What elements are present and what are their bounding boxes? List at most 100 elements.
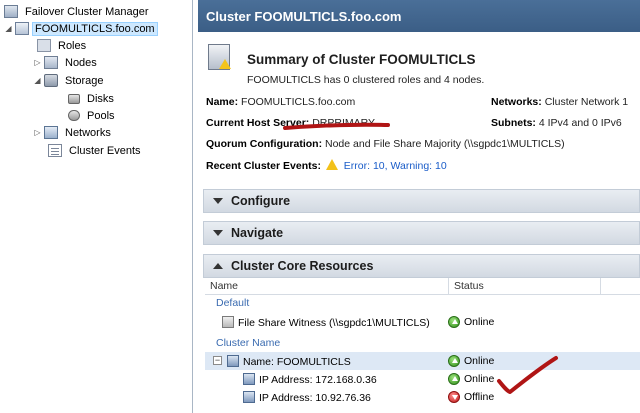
row-name-text: Name: FOOMULTICLS — [243, 356, 351, 368]
column-divider[interactable] — [600, 278, 601, 295]
collapse-arrow-icon[interactable]: ◢ — [4, 24, 13, 33]
tree-root[interactable]: Failover Cluster Manager — [4, 3, 153, 20]
failover-cluster-manager-icon — [4, 5, 18, 18]
collapse-caret-icon — [213, 230, 223, 236]
recent-events-link[interactable]: Error: 10, Warning: 10 — [344, 160, 447, 172]
collapse-arrow-icon[interactable]: ◢ — [33, 76, 42, 85]
tree-item-networks-label: Networks — [65, 126, 111, 139]
networks-icon — [44, 126, 58, 139]
group-label-default: Default — [216, 297, 250, 309]
expand-caret-icon — [213, 263, 223, 269]
name-field: Name: FOOMULTICLS.foo.com — [206, 96, 355, 108]
roles-icon — [37, 39, 51, 52]
table-row[interactable]: IP Address: 172.168.0.36 Online — [205, 370, 640, 388]
tree-item-nodes-label: Nodes — [65, 56, 97, 69]
column-divider[interactable] — [448, 278, 449, 295]
warning-icon — [325, 159, 338, 170]
expand-arrow-icon[interactable]: ▷ — [33, 58, 42, 67]
section-configure-label: Configure — [231, 194, 291, 208]
ip-address-icon — [243, 391, 255, 403]
row-name-text: IP Address: 172.168.0.36 — [259, 374, 377, 386]
row-status-text: Online — [464, 373, 495, 385]
summary-subtitle: FOOMULTICLS has 0 clustered roles and 4 … — [247, 74, 485, 86]
network-name-icon — [227, 355, 239, 367]
subnets-field: Subnets: 4 IPv4 and 0 IPv6 — [491, 117, 622, 129]
column-name[interactable]: Name — [210, 280, 238, 292]
section-navigate[interactable]: Navigate — [203, 221, 640, 245]
nodes-icon — [44, 56, 58, 69]
name-value: FOOMULTICLS.foo.com — [241, 96, 356, 108]
tree-item-roles[interactable]: Roles — [37, 37, 90, 54]
tree-item-cluster-events-label: Cluster Events — [69, 144, 141, 157]
collapse-box-icon[interactable]: − — [213, 356, 222, 365]
row-name: Name: FOOMULTICLS — [227, 355, 351, 368]
tree-item-cluster[interactable]: ◢ FOOMULTICLS.foo.com — [4, 20, 158, 37]
section-core-resources[interactable]: Cluster Core Resources — [203, 254, 640, 278]
section-navigate-label: Navigate — [231, 226, 284, 240]
resources-table-header: Name Status — [205, 278, 640, 295]
expand-arrow-icon[interactable]: ▷ — [33, 128, 42, 137]
tree-item-cluster-label: FOOMULTICLS.foo.com — [32, 21, 158, 36]
cluster-events-icon — [48, 144, 62, 157]
row-status: Offline — [448, 391, 494, 403]
tree-item-cluster-events[interactable]: Cluster Events — [48, 142, 145, 159]
summary-title: Summary of Cluster FOOMULTICLS — [247, 52, 476, 67]
name-label: Name: — [206, 96, 239, 108]
networks-value: Cluster Network 1 — [544, 96, 629, 108]
ip-address-icon — [243, 373, 255, 385]
section-core-resources-label: Cluster Core Resources — [231, 259, 374, 273]
cluster-warning-icon — [208, 44, 231, 70]
row-status-text: Online — [464, 316, 495, 328]
tree-item-roles-label: Roles — [58, 39, 87, 52]
tree-item-disks-label: Disks — [87, 92, 114, 105]
storage-icon — [44, 74, 58, 87]
row-status-text: Online — [464, 355, 495, 367]
tree-item-networks[interactable]: ▷ Networks — [33, 124, 115, 141]
table-row[interactable]: IP Address: 10.92.76.36 Offline — [205, 388, 640, 406]
quorum-label: Quorum Configuration: — [206, 138, 323, 150]
tree-item-storage-label: Storage — [65, 74, 104, 87]
offline-status-icon — [448, 391, 460, 403]
group-label-cluster-name: Cluster Name — [216, 337, 281, 349]
host-server-label: Current Host Server: — [206, 117, 310, 129]
cluster-icon — [15, 22, 29, 35]
pool-icon — [68, 110, 80, 121]
row-status-text: Offline — [464, 391, 495, 403]
quorum-field: Quorum Configuration: Node and File Shar… — [206, 138, 565, 150]
recent-events-label: Recent Cluster Events: — [206, 160, 321, 172]
tree-root-label: Failover Cluster Manager — [25, 5, 149, 18]
recent-events-field: Recent Cluster Events: Error: 10, Warnin… — [206, 159, 447, 172]
networks-field: Networks: Cluster Network 1 — [491, 96, 628, 108]
online-status-icon — [448, 355, 460, 367]
host-server-field: Current Host Server: DRPRIMARY — [206, 117, 375, 129]
host-server-value: DRPRIMARY — [312, 117, 376, 129]
tree-item-nodes[interactable]: ▷ Nodes — [33, 54, 101, 71]
tree-item-pools-label: Pools — [87, 109, 115, 122]
subnets-label: Subnets: — [491, 117, 536, 129]
row-name: IP Address: 10.92.76.36 — [243, 391, 371, 404]
section-configure[interactable]: Configure — [203, 189, 640, 213]
tree-item-disks[interactable]: Disks — [68, 90, 118, 107]
networks-label: Networks: — [491, 96, 542, 108]
collapse-caret-icon — [213, 198, 223, 204]
subnets-value: 4 IPv4 and 0 IPv6 — [538, 117, 622, 129]
row-status: Online — [448, 355, 494, 367]
online-status-icon — [448, 373, 460, 385]
online-status-icon — [448, 316, 460, 328]
table-row[interactable]: − Name: FOOMULTICLS Online — [205, 352, 640, 370]
column-status[interactable]: Status — [454, 280, 484, 292]
page-title: Cluster FOOMULTICLS.foo.com — [198, 0, 640, 32]
summary-panel: Summary of Cluster FOOMULTICLS FOOMULTIC… — [198, 32, 640, 184]
disk-icon — [68, 93, 80, 104]
file-share-icon — [222, 316, 234, 328]
table-row[interactable]: File Share Witness (\\sgpdc1\MULTICLS) O… — [205, 313, 640, 331]
row-name: IP Address: 172.168.0.36 — [243, 373, 377, 386]
navigation-tree: Failover Cluster Manager ◢ FOOMULTICLS.f… — [0, 0, 193, 413]
row-status: Online — [448, 373, 494, 385]
row-name-text: IP Address: 10.92.76.36 — [259, 392, 371, 404]
tree-item-pools[interactable]: Pools — [68, 107, 119, 124]
quorum-value: Node and File Share Majority (\\sgpdc1\M… — [325, 138, 565, 150]
tree-item-storage[interactable]: ◢ Storage — [33, 72, 108, 89]
row-name: File Share Witness (\\sgpdc1\MULTICLS) — [222, 316, 430, 329]
row-status: Online — [448, 316, 494, 328]
